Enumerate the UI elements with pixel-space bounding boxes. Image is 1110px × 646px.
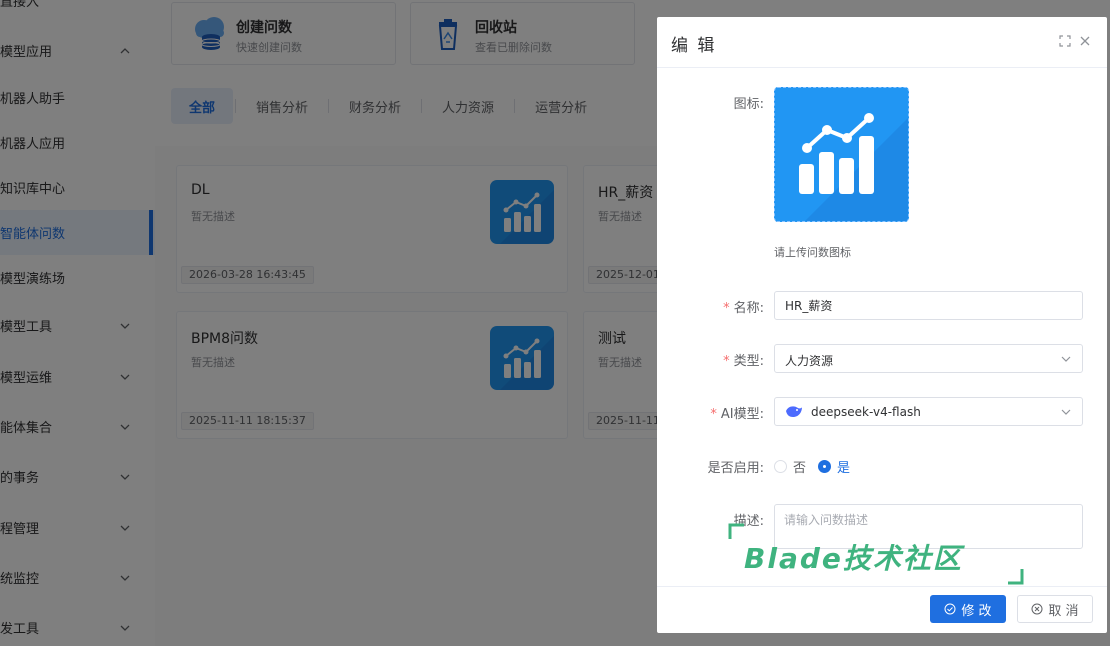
save-button-label: 修 改 [961, 603, 992, 619]
close-circle-icon [1031, 603, 1043, 615]
cancel-button[interactable]: 取 消 [1017, 595, 1093, 623]
chevron-down-icon [1061, 356, 1071, 362]
chevron-down-icon [1061, 409, 1071, 415]
type-select[interactable]: 人力资源 [774, 344, 1083, 373]
model-label-text: AI模型: [720, 407, 764, 422]
type-select-value: 人力资源 [785, 354, 834, 368]
watermark: Blade技术社区 [728, 523, 1024, 585]
radio-dot [818, 460, 832, 473]
enable-radio-group: 否 是 [774, 457, 862, 476]
required-mark: * [723, 354, 730, 369]
save-button[interactable]: 修 改 [930, 595, 1006, 623]
chart-icon [799, 113, 908, 221]
name-label-text: 名称: [733, 301, 764, 316]
enable-radio-yes[interactable]: 是 [818, 457, 850, 476]
ai-model-select[interactable]: deepseek-v4-flash [774, 397, 1083, 426]
name-input[interactable] [775, 292, 1082, 319]
enable-label: 是否启用: [707, 461, 764, 476]
dialog-header: 编 辑 [657, 17, 1107, 68]
required-mark: * [723, 301, 730, 316]
model-label: * AI模型: [710, 403, 764, 422]
check-circle-icon [944, 603, 956, 615]
watermark-text: Blade技术社区 [744, 542, 963, 575]
icon-label: 图标: [733, 97, 764, 112]
icon-upload[interactable] [774, 87, 909, 222]
upload-tip: 请上传问数图标 [774, 246, 851, 259]
deepseek-whale-icon [786, 406, 802, 417]
enable-radio-no[interactable]: 否 [774, 457, 806, 476]
type-label: * 类型: [723, 350, 764, 369]
dialog-title: 编 辑 [671, 36, 717, 56]
type-label-text: 类型: [733, 354, 764, 369]
fullscreen-icon[interactable] [1058, 34, 1072, 48]
name-field[interactable] [774, 291, 1083, 320]
name-label: * 名称: [723, 297, 764, 316]
radio-label: 是 [837, 461, 851, 476]
radio-dot [774, 460, 787, 473]
radio-label: 否 [793, 461, 807, 476]
required-mark: * [710, 407, 717, 422]
close-icon[interactable] [1078, 34, 1092, 48]
dialog-footer: 修 改 取 消 [657, 586, 1107, 633]
cancel-button-label: 取 消 [1048, 603, 1079, 619]
ai-model-value: deepseek-v4-flash [811, 405, 921, 419]
